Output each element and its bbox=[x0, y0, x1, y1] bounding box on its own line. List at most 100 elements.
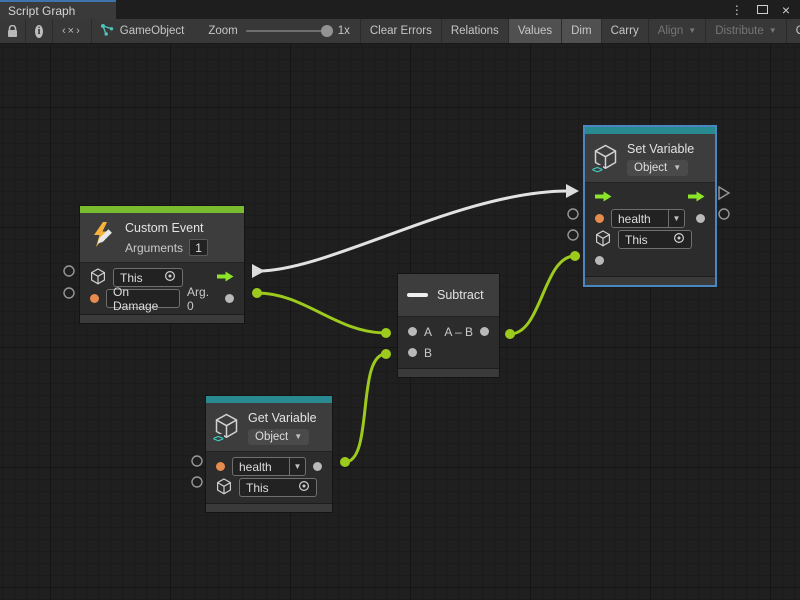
port-dot-result-out[interactable] bbox=[480, 327, 489, 336]
relations-button[interactable]: Relations bbox=[442, 19, 509, 43]
wire-endpoint[interactable] bbox=[340, 457, 350, 467]
info-button[interactable]: i bbox=[26, 19, 53, 43]
script-graph-window: Script Graph ⋮ × i ‹×› GameObject Zo bbox=[0, 0, 800, 600]
carry-toggle[interactable]: Carry bbox=[602, 19, 649, 43]
caret-down-icon: ▼ bbox=[294, 433, 302, 441]
relations-label: Relations bbox=[451, 25, 499, 37]
target-value: This bbox=[625, 233, 648, 247]
port-dot-a-in[interactable] bbox=[408, 327, 417, 336]
wire-endpoint[interactable] bbox=[252, 288, 262, 298]
zoom-slider[interactable] bbox=[246, 30, 330, 32]
target-field[interactable]: This bbox=[618, 230, 692, 249]
flow-in-arrowhead-setvariable[interactable] bbox=[566, 184, 579, 198]
wire-subtract-setvariable[interactable] bbox=[510, 256, 575, 334]
graph-canvas[interactable]: Custom Event Arguments 1 This bbox=[0, 44, 800, 600]
caret-down-icon[interactable]: ▼ bbox=[289, 458, 305, 475]
event-name-field[interactable]: On Damage bbox=[106, 289, 180, 308]
flow-out-triangle-customevent[interactable] bbox=[252, 264, 265, 278]
caret-down-icon[interactable]: ▼ bbox=[668, 210, 684, 227]
align-dropdown[interactable]: Align ▼ bbox=[649, 19, 707, 43]
edit-graph-button[interactable]: ‹×› bbox=[53, 19, 92, 43]
wire-flow-customevent-setvariable[interactable] bbox=[258, 191, 568, 271]
clear-errors-button[interactable]: Clear Errors bbox=[360, 19, 442, 43]
variable-name-dropdown[interactable]: health ▼ bbox=[232, 457, 306, 476]
input-b-label: B bbox=[424, 346, 432, 360]
target-picker-icon[interactable] bbox=[673, 232, 685, 247]
node-footer bbox=[585, 276, 715, 285]
cube-icon bbox=[595, 230, 611, 250]
socket-getvariable-target[interactable] bbox=[192, 477, 202, 487]
tab-script-graph[interactable]: Script Graph bbox=[0, 0, 116, 19]
subtract-title: Subtract bbox=[437, 286, 484, 304]
set-variable-header[interactable]: <> Set Variable Object ▼ bbox=[585, 134, 715, 183]
port-dot-value-in[interactable] bbox=[595, 256, 604, 265]
socket-setvariable-name[interactable] bbox=[568, 209, 578, 219]
wire-endpoint[interactable] bbox=[381, 328, 391, 338]
more-menu-icon[interactable]: ⋮ bbox=[731, 4, 743, 16]
socket-setvariable-target[interactable] bbox=[568, 230, 578, 240]
flow-out-arrow-icon[interactable] bbox=[217, 271, 234, 285]
socket-setvariable-value-out[interactable] bbox=[719, 209, 729, 219]
socket-setvariable-flow-out[interactable] bbox=[719, 187, 729, 199]
target-picker-icon[interactable] bbox=[298, 480, 310, 495]
node-footer bbox=[398, 368, 499, 377]
node-subtract[interactable]: Subtract A A – B B bbox=[397, 273, 500, 378]
window-controls: ⋮ × bbox=[731, 0, 800, 19]
port-dot-arg0-out[interactable] bbox=[225, 294, 234, 303]
port-row-b: B bbox=[398, 342, 499, 363]
variable-scope-dropdown[interactable]: Object ▼ bbox=[627, 160, 688, 176]
cube-icon bbox=[90, 268, 106, 288]
arguments-label: Arguments bbox=[125, 241, 183, 255]
carry-label: Carry bbox=[611, 25, 639, 37]
custom-event-icon bbox=[88, 221, 116, 254]
set-variable-title: Set Variable bbox=[627, 140, 694, 158]
flow-in-arrow-icon[interactable] bbox=[595, 191, 612, 205]
socket-getvariable-name[interactable] bbox=[192, 456, 202, 466]
socket-customevent-target[interactable] bbox=[64, 266, 74, 276]
scope-value: Object bbox=[255, 431, 288, 443]
variable-name-dropdown[interactable]: health ▼ bbox=[611, 209, 685, 228]
close-icon[interactable]: × bbox=[782, 3, 790, 17]
node-custom-event[interactable]: Custom Event Arguments 1 This bbox=[79, 205, 245, 324]
variable-colorbar bbox=[206, 396, 332, 403]
socket-customevent-name[interactable] bbox=[64, 288, 74, 298]
node-set-variable[interactable]: <> Set Variable Object ▼ bbox=[584, 126, 716, 286]
port-dot-name[interactable] bbox=[595, 214, 604, 223]
zoom-slider-handle[interactable] bbox=[321, 25, 333, 37]
port-dot-value-out[interactable] bbox=[696, 214, 705, 223]
arguments-count-field[interactable]: 1 bbox=[189, 239, 208, 256]
wire-getvariable-subtract-b[interactable] bbox=[345, 354, 386, 462]
lock-button[interactable] bbox=[0, 19, 26, 43]
wire-endpoint[interactable] bbox=[505, 329, 515, 339]
wire-endpoint[interactable] bbox=[381, 349, 391, 359]
zoom-label: Zoom bbox=[208, 25, 237, 37]
arg0-label: Arg. 0 bbox=[187, 285, 218, 313]
script-graph-glyph-icon bbox=[100, 23, 114, 39]
distribute-dropdown[interactable]: Distribute ▼ bbox=[706, 19, 787, 43]
dim-toggle[interactable]: Dim bbox=[562, 19, 601, 43]
port-row-event-name: On Damage Arg. 0 bbox=[80, 288, 244, 309]
flow-out-arrow-icon[interactable] bbox=[688, 191, 705, 205]
variable-colorbar bbox=[585, 127, 715, 134]
target-field[interactable]: This bbox=[239, 478, 317, 497]
node-get-variable[interactable]: <> Get Variable Object ▼ healt bbox=[205, 395, 333, 513]
port-dot-value-out[interactable] bbox=[313, 462, 322, 471]
get-variable-header[interactable]: <> Get Variable Object ▼ bbox=[206, 403, 332, 452]
subtract-header[interactable]: Subtract bbox=[398, 274, 499, 317]
scope-value: Object bbox=[634, 162, 667, 174]
port-dot-name[interactable] bbox=[216, 462, 225, 471]
overview-button[interactable]: Overview bbox=[787, 19, 800, 43]
custom-event-header[interactable]: Custom Event Arguments 1 bbox=[80, 213, 244, 263]
wire-endpoint[interactable] bbox=[570, 251, 580, 261]
port-row-flow bbox=[585, 187, 715, 208]
target-picker-icon[interactable] bbox=[164, 270, 176, 285]
port-dot-event[interactable] bbox=[90, 294, 99, 303]
maximize-icon[interactable] bbox=[757, 5, 768, 14]
variable-scope-dropdown[interactable]: Object ▼ bbox=[248, 429, 309, 445]
values-label: Values bbox=[518, 25, 552, 37]
values-toggle[interactable]: Values bbox=[509, 19, 562, 43]
custom-event-title: Custom Event bbox=[125, 219, 208, 237]
port-dot-b-in[interactable] bbox=[408, 348, 417, 357]
wire-arg0-subtract-a[interactable] bbox=[257, 293, 386, 333]
port-row-a: A A – B bbox=[398, 321, 499, 342]
